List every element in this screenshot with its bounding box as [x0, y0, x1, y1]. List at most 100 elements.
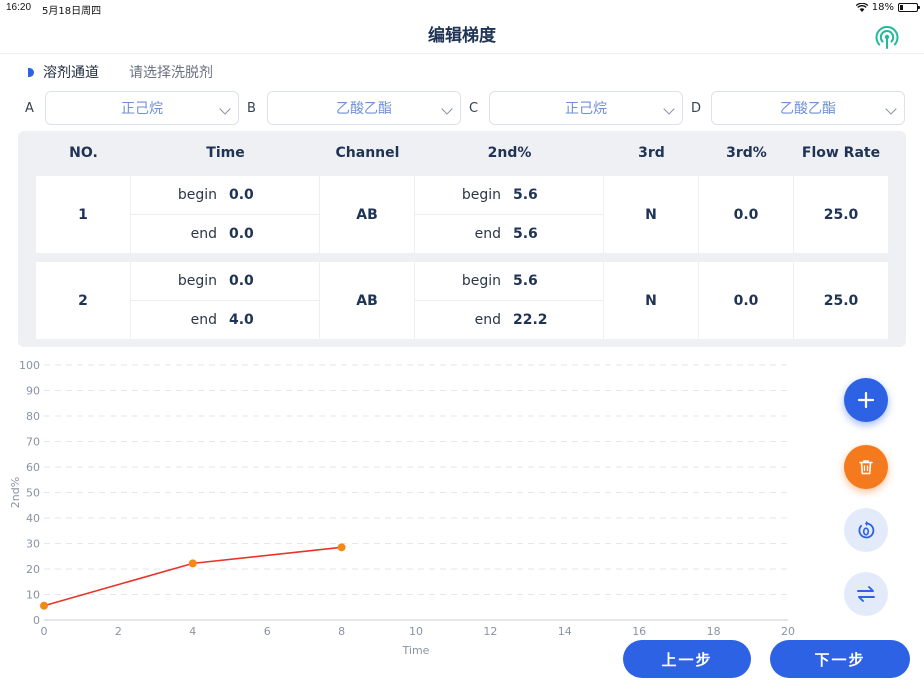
- x-tick-label: 16: [632, 625, 646, 638]
- wireless-signal-icon[interactable]: [874, 26, 900, 52]
- time-cell: begin 0.0 end 0.0: [131, 176, 320, 253]
- end-label: end: [190, 226, 217, 242]
- time-end-value[interactable]: 0.0: [229, 226, 254, 242]
- begin-label: begin: [177, 187, 217, 203]
- x-tick-label: 12: [483, 625, 497, 638]
- x-tick-label: 4: [189, 625, 196, 638]
- begin-label: begin: [177, 273, 217, 289]
- channel-c-select[interactable]: 正己烷: [489, 91, 683, 125]
- status-right: 18%: [855, 2, 920, 13]
- x-tick-label: 10: [409, 625, 423, 638]
- channel-value[interactable]: AB: [320, 176, 415, 253]
- third-percent-value[interactable]: 0.0: [699, 176, 794, 253]
- chevron-down-icon: [219, 103, 231, 115]
- channel-letter: A: [25, 100, 34, 116]
- y-tick-label: 100: [19, 359, 40, 372]
- previous-step-button[interactable]: 上一步: [623, 640, 751, 678]
- row-number: 2: [36, 262, 131, 339]
- channel-letter: C: [469, 100, 479, 116]
- wifi-icon: [855, 3, 868, 12]
- end-label: end: [474, 312, 501, 328]
- channel-letter: D: [691, 100, 702, 116]
- third-percent-value[interactable]: 0.0: [699, 262, 794, 339]
- status-bar: 16:20 5月18日周四 18%: [0, 0, 924, 17]
- third-value[interactable]: N: [604, 262, 699, 339]
- channel-a-select[interactable]: 正己烷: [45, 91, 239, 125]
- battery-percent: 18%: [871, 2, 894, 13]
- x-tick-label: 0: [41, 625, 48, 638]
- begin-label: begin: [461, 187, 501, 203]
- channel-letter: B: [247, 100, 256, 116]
- third-value[interactable]: N: [604, 176, 699, 253]
- p2-end-value[interactable]: 22.2: [513, 312, 548, 328]
- channel-b-select[interactable]: 乙酸乙酯: [267, 91, 461, 125]
- p2-end-value[interactable]: 5.6: [513, 226, 538, 242]
- y-tick-label: 30: [26, 538, 40, 551]
- channel-a-value: 正己烷: [121, 101, 163, 117]
- channel-b: B 乙酸乙酯: [247, 91, 461, 125]
- y-axis-label: 2nd%: [9, 477, 22, 508]
- chevron-down-icon: [441, 103, 453, 115]
- table-header: NO. Time Channel 2nd% 3rd 3rd% Flow Rate: [36, 131, 888, 175]
- swap-button[interactable]: [844, 572, 888, 616]
- y-tick-label: 70: [26, 436, 40, 449]
- y-tick-label: 60: [26, 461, 40, 474]
- x-tick-label: 6: [264, 625, 271, 638]
- channel-d-value: 乙酸乙酯: [780, 101, 836, 117]
- p2-begin-value[interactable]: 5.6: [513, 187, 538, 203]
- solvent-heading: 溶剂通道: [43, 65, 99, 81]
- y-tick-label: 40: [26, 512, 40, 525]
- page-title: 编辑梯度: [428, 26, 496, 46]
- data-point: [188, 559, 197, 568]
- header-3rd-percent: 3rd%: [726, 145, 767, 161]
- chevron-down-icon: [663, 103, 675, 115]
- header-3rd: 3rd: [638, 145, 665, 161]
- time-begin-value[interactable]: 0.0: [229, 187, 254, 203]
- p2-begin-value[interactable]: 5.6: [513, 273, 538, 289]
- flow-rate-value[interactable]: 25.0: [794, 262, 888, 339]
- plus-icon: [857, 391, 875, 409]
- channel-c-value: 正己烷: [565, 101, 607, 117]
- channel-b-value: 乙酸乙酯: [336, 101, 392, 117]
- next-step-button[interactable]: 下一步: [770, 640, 910, 678]
- time-cell: begin 0.0 end 4.0: [131, 262, 320, 339]
- y-tick-label: 80: [26, 410, 40, 423]
- header-channel: Channel: [335, 145, 400, 161]
- header-time: Time: [206, 145, 245, 161]
- table-row[interactable]: 2 begin 0.0 end 4.0 AB begin 5.6 end 22.2 N …: [36, 262, 888, 339]
- reset-button[interactable]: [844, 508, 888, 552]
- data-point: [337, 543, 346, 552]
- channel-c: C 正己烷: [469, 91, 683, 125]
- add-step-button[interactable]: [844, 378, 888, 422]
- battery-icon: [898, 3, 920, 12]
- second-percent-cell: begin 5.6 end 5.6: [415, 176, 604, 253]
- gradient-chart: 0 10 20 30 40 50 60 70 80 90 100 0 2 4 6 8 10 12 14 16 18 20 T…: [9, 359, 795, 657]
- status-time: 16:20: [6, 2, 32, 13]
- header-no: NO.: [69, 145, 98, 161]
- x-tick-label: 8: [338, 625, 345, 638]
- channel-a: A 正己烷: [25, 91, 239, 125]
- end-label: end: [474, 226, 501, 242]
- nav-bar: 编辑梯度: [0, 16, 924, 54]
- reset-zero-icon: [858, 521, 875, 539]
- status-date: 5月18日周四: [42, 6, 102, 17]
- gradient-table: NO. Time Channel 2nd% 3rd 3rd% Flow Rate…: [18, 131, 906, 347]
- time-end-value[interactable]: 4.0: [229, 312, 254, 328]
- delete-step-button[interactable]: [844, 445, 888, 489]
- channel-d-select[interactable]: 乙酸乙酯: [711, 91, 905, 125]
- solvent-hint: 请选择洗脱剂: [129, 65, 213, 81]
- end-label: end: [190, 312, 217, 328]
- chevron-down-icon: [885, 103, 897, 115]
- channel-value[interactable]: AB: [320, 262, 415, 339]
- flow-rate-value[interactable]: 25.0: [794, 176, 888, 253]
- x-tick-label: 20: [781, 625, 795, 638]
- x-axis-label: Time: [402, 644, 430, 657]
- time-begin-value[interactable]: 0.0: [229, 273, 254, 289]
- solvent-header: 溶剂通道 请选择洗脱剂: [28, 62, 213, 82]
- series-line: [43, 546, 342, 607]
- trash-icon: [859, 460, 873, 475]
- table-row[interactable]: 1 begin 0.0 end 0.0 AB begin 5.6 end 5.6 N 0…: [36, 176, 888, 253]
- x-tick-label: 2: [115, 625, 122, 638]
- header-2nd-percent: 2nd%: [487, 145, 532, 161]
- x-tick-label: 14: [558, 625, 572, 638]
